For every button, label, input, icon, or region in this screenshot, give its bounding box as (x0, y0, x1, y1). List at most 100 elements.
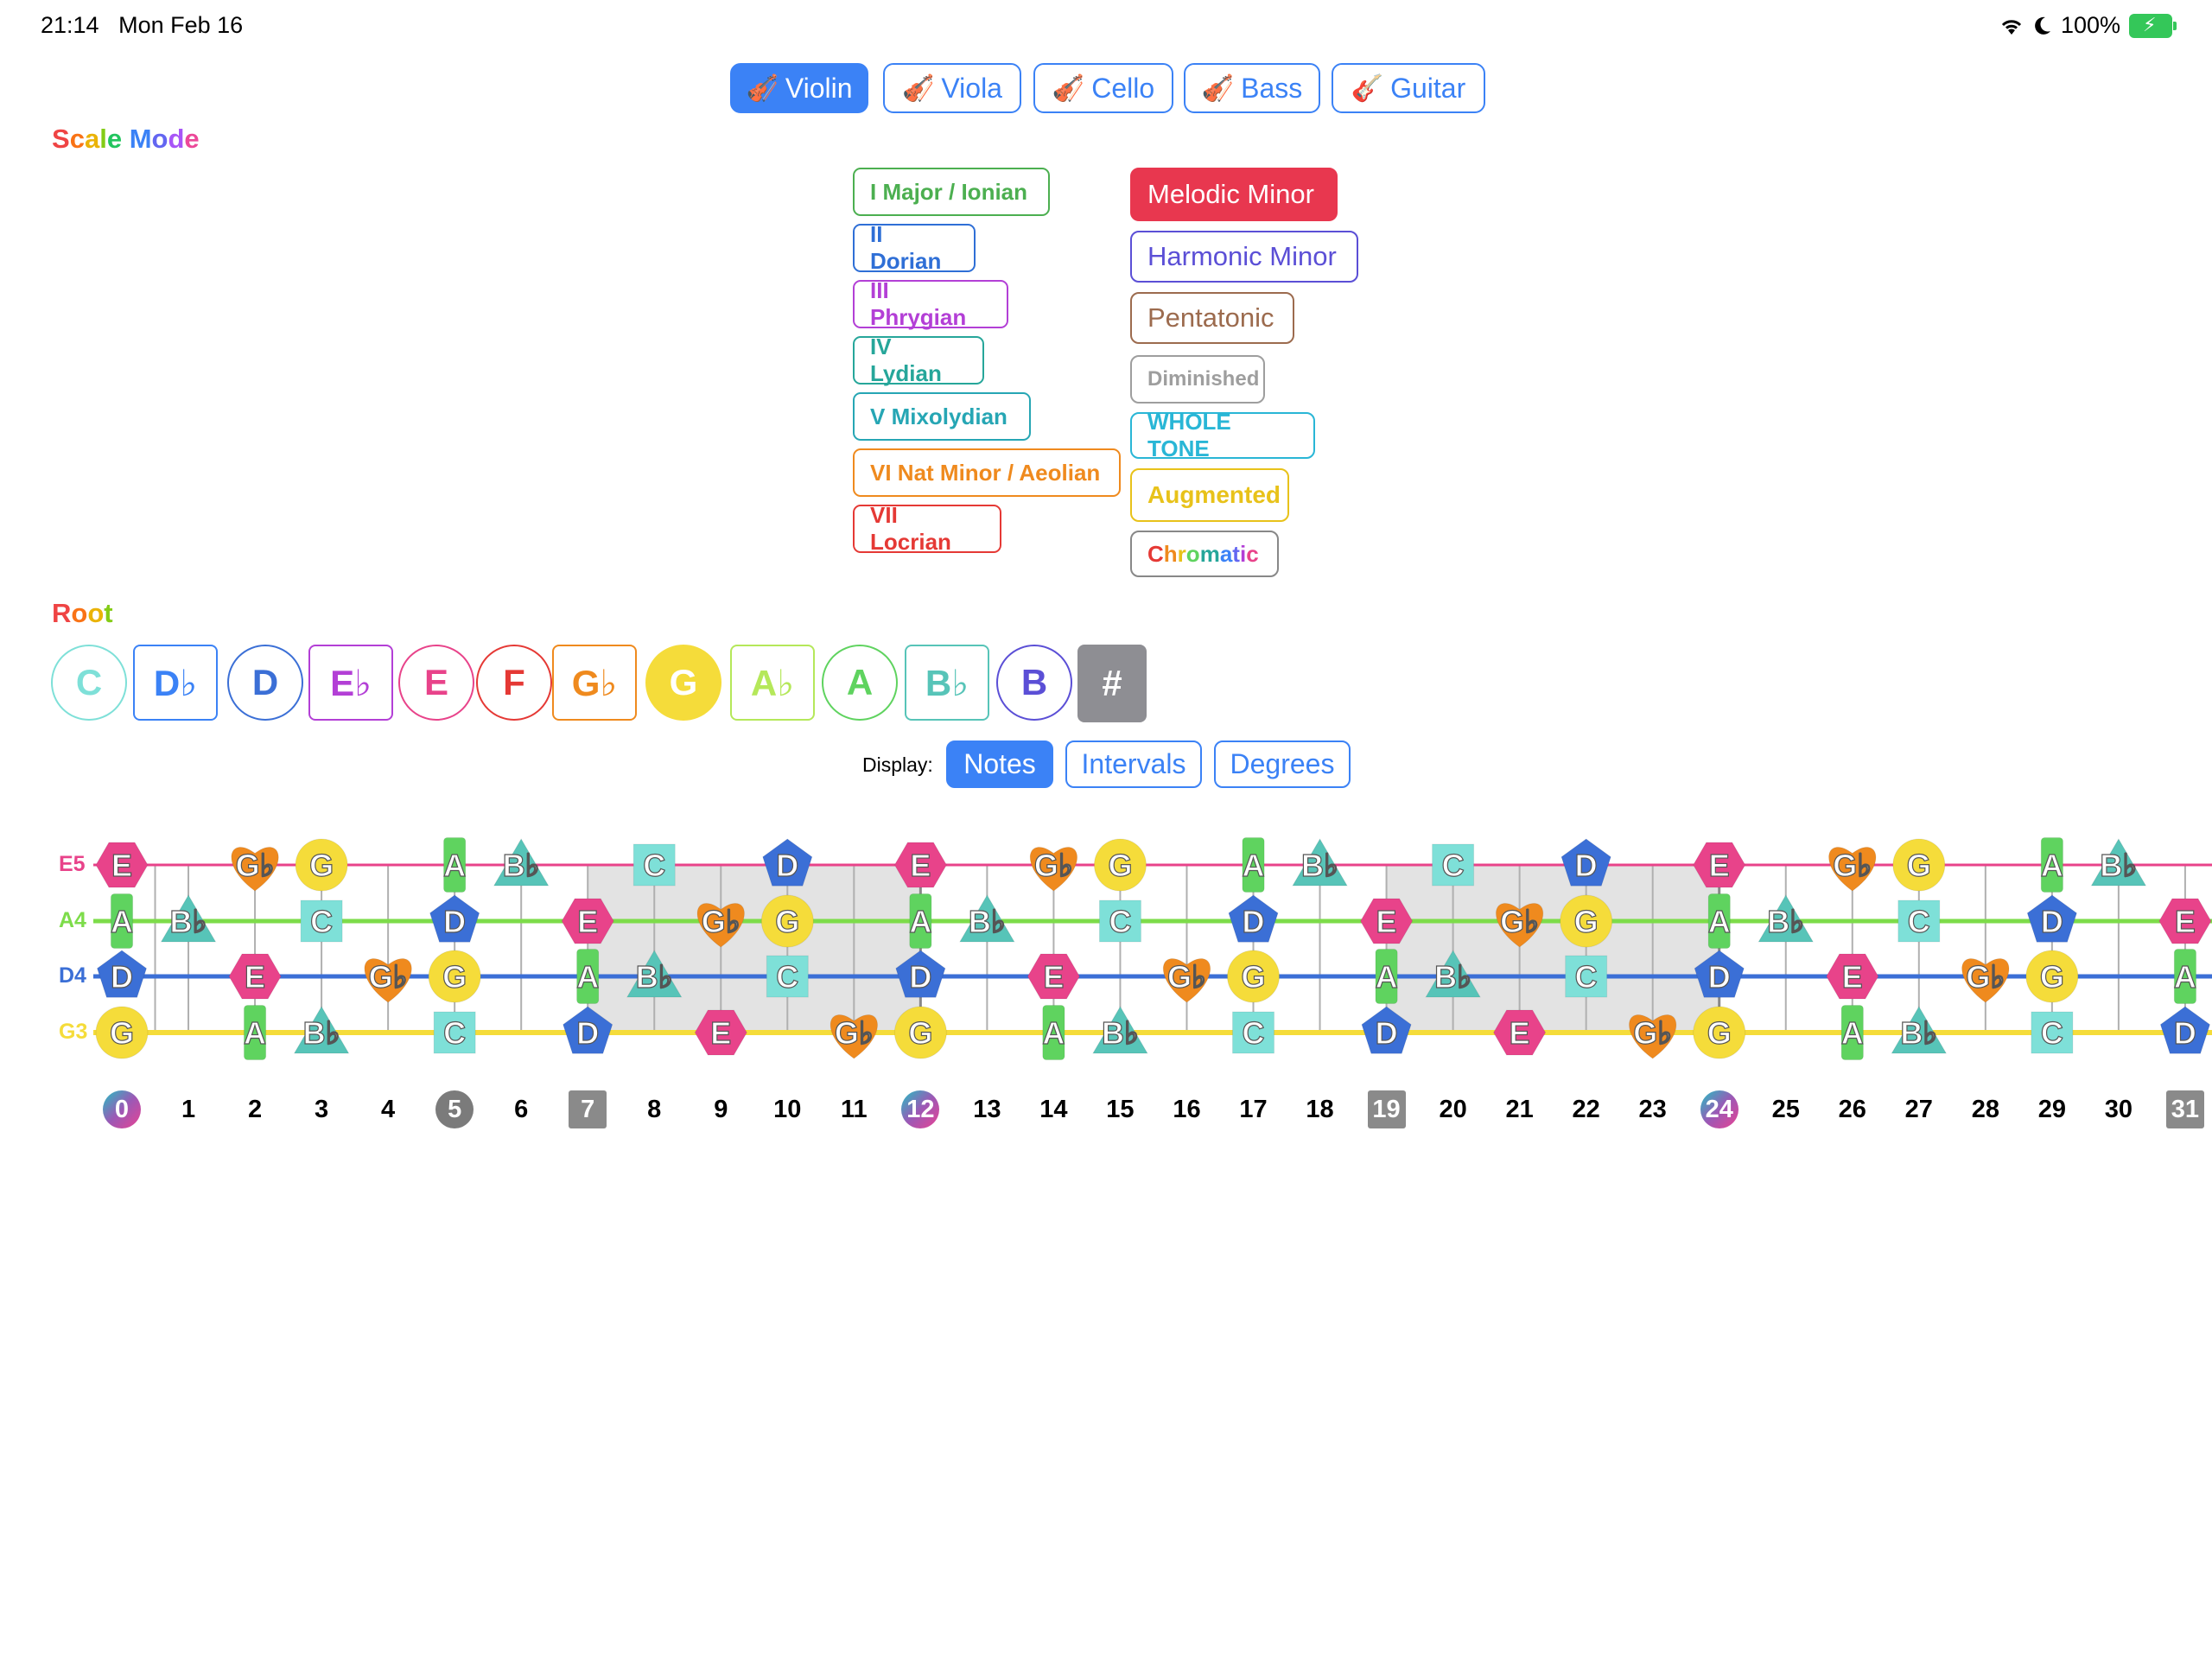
note-marker-e[interactable]: E (228, 953, 282, 1000)
note-marker-c[interactable]: C (300, 899, 343, 943)
note-marker-e[interactable]: E (1826, 953, 1879, 1000)
note-label: B♭ (969, 904, 1006, 939)
note-marker-gb[interactable]: G♭ (1629, 1014, 1677, 1059)
note-marker-gb[interactable]: G♭ (1162, 958, 1211, 1003)
display-option-notes[interactable]: Notes (946, 741, 1053, 788)
note-marker-d[interactable]: D (429, 894, 480, 943)
note-label: C (2041, 1015, 2063, 1051)
fret-number: 24 (1700, 1090, 1738, 1128)
root-button-gb[interactable]: G♭ (552, 645, 637, 721)
note-marker-bb[interactable]: B♭ (160, 894, 217, 943)
note-marker-a[interactable]: A (1242, 837, 1265, 893)
note-marker-bb[interactable]: B♭ (959, 894, 1015, 943)
note-marker-a[interactable]: A (1840, 1005, 1864, 1060)
mode-button-i-major-ionian[interactable]: I Major / Ionian (853, 168, 1050, 216)
instrument-tab-viola[interactable]: 🎻 Viola (883, 63, 1021, 113)
note-marker-gb[interactable]: G♭ (231, 847, 279, 892)
mode-button-vii-locrian[interactable]: VII Locrian (853, 502, 1001, 555)
note-marker-a[interactable]: A (1042, 1005, 1065, 1060)
root-button-d[interactable]: D (227, 645, 303, 721)
note-marker-g[interactable]: G (428, 950, 481, 1003)
fretboard[interactable]: E G♭ G A B♭ C D E G♭ G A B♭ C D E G♭ G A B♭ A B♭ C D E G♭ G A B♭ C D E… (0, 821, 2212, 1080)
root-button-db[interactable]: D♭ (133, 645, 218, 721)
note-marker-a[interactable]: A (243, 1005, 267, 1060)
note-marker-gb[interactable]: G♭ (364, 958, 412, 1003)
instrument-tab-guitar[interactable]: 🎸 Guitar (1332, 63, 1485, 113)
note-marker-d[interactable]: D (96, 950, 148, 998)
note-marker-c[interactable]: C (433, 1011, 476, 1054)
note-marker-e[interactable]: E (2158, 898, 2212, 944)
note-marker-e[interactable]: E (95, 842, 149, 888)
note-marker-g[interactable]: G (893, 1006, 947, 1059)
note-marker-d[interactable]: D (2026, 894, 2077, 943)
root-button-c[interactable]: C (51, 645, 127, 721)
root-button-g[interactable]: G (645, 645, 721, 721)
note-marker-bb[interactable]: B♭ (1292, 838, 1348, 887)
note-marker-a[interactable]: A (110, 893, 134, 949)
note-marker-g[interactable]: G (2025, 950, 2079, 1003)
fret-number: 13 (973, 1095, 1001, 1123)
note-marker-g[interactable]: G (1693, 1006, 1746, 1059)
mode-button-pentatonic[interactable]: Pentatonic (1130, 292, 1294, 344)
mode-button-vi-nat-minor-aeolian[interactable]: VI Nat Minor / Aeolian (853, 448, 1121, 497)
note-marker-a[interactable]: A (1707, 893, 1731, 949)
note-marker-c[interactable]: C (1098, 899, 1141, 943)
note-marker-c[interactable]: C (1232, 1011, 1275, 1054)
note-marker-bb[interactable]: B♭ (2090, 838, 2147, 887)
note-marker-bb[interactable]: B♭ (1758, 894, 1815, 943)
note-marker-g[interactable]: G (95, 1006, 149, 1059)
root-button-sharp-toggle[interactable]: # (1077, 645, 1147, 722)
note-marker-g[interactable]: G (1560, 894, 1613, 948)
mode-button-v-mixolydian[interactable]: V Mixolydian (853, 392, 1031, 441)
mode-button-diminished[interactable]: Diminished (1130, 355, 1265, 404)
note-marker-c[interactable]: C (1897, 899, 1941, 943)
note-marker-d[interactable]: D (2159, 1006, 2211, 1054)
note-marker-d[interactable]: D (1560, 838, 1611, 887)
root-button-bb[interactable]: B♭ (905, 645, 989, 721)
note-marker-e[interactable]: E (1027, 953, 1080, 1000)
note-marker-gb[interactable]: G♭ (1828, 847, 1877, 892)
note-label: B♭ (303, 1015, 340, 1051)
note-marker-bb[interactable]: B♭ (493, 838, 550, 887)
root-button-eb[interactable]: E♭ (308, 645, 393, 721)
note-marker-d[interactable]: D (1228, 894, 1279, 943)
note-marker-g[interactable]: G (760, 894, 814, 948)
mode-button-iv-lydian[interactable]: IV Lydian (853, 334, 984, 386)
mode-button-whole-tone[interactable]: WHOLE TONE (1130, 409, 1315, 461)
note-marker-gb[interactable]: G♭ (830, 1014, 878, 1059)
mode-button-melodic-minor[interactable]: Melodic Minor (1130, 168, 1338, 221)
instrument-tab-cello[interactable]: 🎻 Cello (1033, 63, 1173, 113)
note-marker-g[interactable]: G (295, 838, 348, 892)
root-button-a[interactable]: A (822, 645, 898, 721)
root-button-b[interactable]: B (996, 645, 1072, 721)
root-button-e[interactable]: E (398, 645, 474, 721)
note-marker-c[interactable]: C (1565, 955, 1608, 998)
note-marker-c[interactable]: C (766, 955, 809, 998)
note-marker-c[interactable]: C (2031, 1011, 2074, 1054)
note-marker-g[interactable]: G (1892, 838, 1946, 892)
note-marker-a[interactable]: A (2040, 837, 2063, 893)
note-marker-gb[interactable]: G♭ (1961, 958, 2010, 1003)
mode-button-ii-dorian[interactable]: II Dorian (853, 221, 976, 274)
mode-button-augmented[interactable]: Augmented (1130, 468, 1289, 522)
instrument-tab-bass[interactable]: 🎻 Bass (1184, 63, 1320, 113)
note-marker-d[interactable]: D (762, 838, 813, 887)
root-button-ab[interactable]: A♭ (730, 645, 815, 721)
note-marker-a[interactable]: A (2173, 949, 2197, 1004)
display-option-intervals[interactable]: Intervals (1065, 741, 1202, 788)
note-marker-g[interactable]: G (1227, 950, 1281, 1003)
note-marker-a[interactable]: A (443, 837, 467, 893)
mode-button-harmonic-minor[interactable]: Harmonic Minor (1130, 231, 1358, 283)
note-marker-a[interactable]: A (1375, 949, 1398, 1004)
instrument-tab-violin[interactable]: 🎻 Violin (730, 63, 868, 113)
note-marker-c[interactable]: C (1432, 843, 1475, 887)
note-marker-a[interactable]: A (909, 893, 932, 949)
mode-button-iii-phrygian[interactable]: III Phrygian (853, 277, 1008, 330)
display-option-degrees[interactable]: Degrees (1214, 741, 1351, 788)
note-marker-a[interactable]: A (576, 949, 600, 1004)
note-marker-c[interactable]: C (632, 843, 676, 887)
mode-button-chromatic[interactable]: Chromatic (1130, 531, 1279, 577)
note-marker-g[interactable]: G (1093, 838, 1147, 892)
note-marker-gb[interactable]: G♭ (1029, 847, 1077, 892)
root-button-f[interactable]: F (476, 645, 552, 721)
